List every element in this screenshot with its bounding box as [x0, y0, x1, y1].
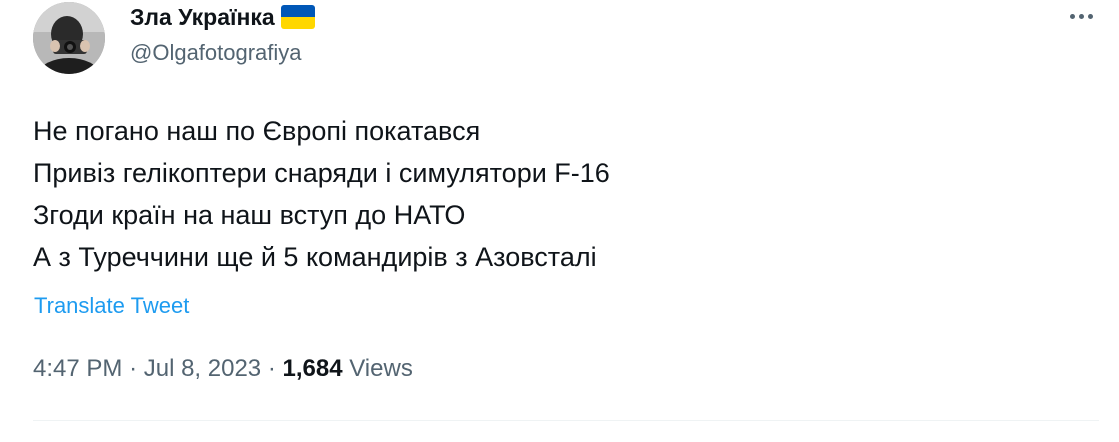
tweet-text-line: А з Туреччини ще й 5 командирів з Азовст… — [33, 242, 597, 272]
more-dot — [1078, 13, 1084, 19]
tweet: Зла Українка @Olgafotografiya Не погано … — [0, 0, 1119, 442]
more-dot — [1087, 13, 1093, 19]
ukraine-flag-icon — [280, 5, 315, 29]
avatar-photo — [33, 2, 105, 74]
views-label: Views — [349, 355, 413, 382]
tweet-text-line: Не погано наш по Європі покатався — [33, 116, 481, 146]
author-name-row[interactable]: Зла Українка — [130, 0, 315, 34]
tweet-date[interactable]: Jul 8, 2023 — [144, 355, 261, 382]
tweet-text: Не погано наш по Європі покатався Привіз… — [33, 110, 610, 278]
meta-separator: · — [129, 355, 138, 382]
avatar[interactable] — [33, 2, 105, 74]
tweet-text-line: Привіз гелікоптери снаряди і симулятори … — [33, 158, 610, 188]
more-dot — [1069, 13, 1075, 19]
author-handle[interactable]: @Olgafotografiya — [130, 40, 302, 66]
translate-tweet-link[interactable]: Translate Tweet — [34, 293, 189, 319]
tweet-text-line: Згоди країн на наш вступ до НАТО — [33, 200, 466, 230]
divider — [33, 420, 1099, 421]
tweet-meta: 4:47 PM · Jul 8, 2023 · 1,684 Views — [33, 355, 413, 383]
more-options-icon[interactable] — [1063, 4, 1099, 28]
meta-separator: · — [267, 355, 276, 382]
author-display-name[interactable]: Зла Українка — [130, 4, 275, 31]
tweet-time[interactable]: 4:47 PM — [33, 355, 122, 382]
views-count: 1,684 — [282, 355, 343, 382]
